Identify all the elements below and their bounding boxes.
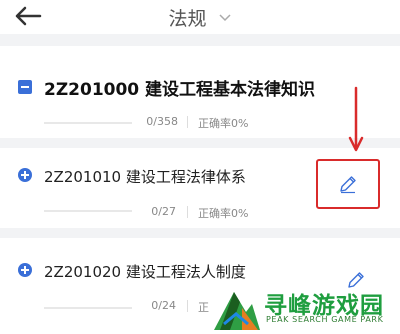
expand-icon[interactable] [18, 263, 32, 277]
page-title: 法规 [168, 8, 207, 30]
separator [187, 206, 188, 218]
watermark-logo: 寻峰游戏园 PEAK SEARCH GAME PARK [208, 284, 400, 334]
title-dropdown[interactable]: 法规 [0, 4, 400, 31]
chapter-title: 2Z201000 建设工程基本法律知识 [44, 80, 316, 100]
watermark-subtitle: PEAK SEARCH GAME PARK [266, 315, 384, 324]
expand-icon[interactable] [18, 168, 32, 182]
question-count: 0/27 [151, 205, 176, 218]
collapse-icon[interactable] [18, 80, 32, 94]
accuracy-rate: 正确率0% [198, 207, 249, 220]
red-highlight-box [316, 159, 380, 209]
divider [0, 138, 400, 148]
top-bar: 法规 [0, 0, 400, 34]
red-arrow-annotation [348, 86, 364, 152]
separator [187, 300, 188, 312]
section-title: 2Z201020 建设工程法人制度 [44, 263, 246, 281]
separator [187, 116, 188, 128]
question-count: 0/358 [146, 115, 178, 128]
mountain-logo-icon [214, 292, 260, 330]
chapter-card[interactable]: 2Z201000 建设工程基本法律知识 0/358 正确率0% [0, 46, 400, 138]
divider [0, 34, 400, 46]
question-count: 0/24 [151, 299, 176, 312]
chevron-down-icon [219, 13, 231, 21]
section-title: 2Z201010 建设工程法律体系 [44, 168, 246, 186]
divider [0, 228, 400, 238]
accuracy-rate: 正确率0% [198, 117, 249, 130]
